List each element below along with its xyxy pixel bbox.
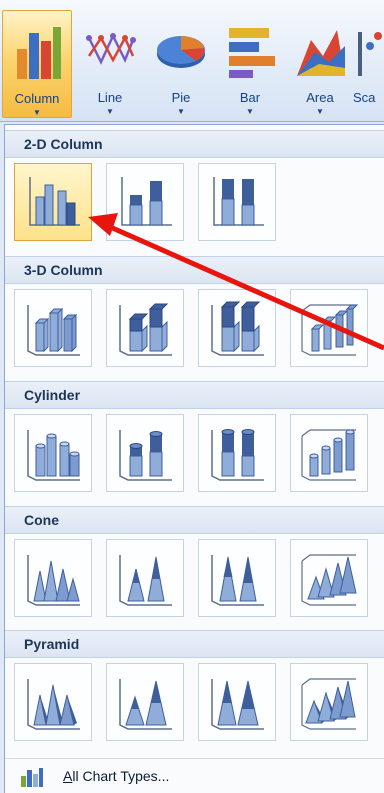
stacked-pyramid-icon — [119, 679, 172, 730]
3d-100-stacked-column-icon — [211, 301, 264, 356]
column-chart-gallery: 2-D Column 3-D Column Cylinder Cone Pyra… — [4, 124, 384, 793]
column-chart-icon — [17, 27, 61, 79]
pie-chart-button[interactable]: Pie ▼ — [146, 10, 216, 118]
section-header-pyramid: Pyramid — [5, 630, 384, 658]
stacked-column-option[interactable] — [106, 163, 184, 241]
area-label: Area — [306, 90, 334, 105]
3d-column-option[interactable] — [290, 289, 368, 367]
pie-label: Pie — [171, 90, 191, 105]
chevron-down-icon: ▼ — [33, 108, 41, 117]
clustered-cone-icon — [27, 555, 80, 606]
chevron-down-icon: ▼ — [177, 107, 185, 116]
section-header-cylinder: Cylinder — [5, 381, 384, 409]
clustered-pyramid-option[interactable] — [14, 663, 92, 741]
100-stacked-cone-icon — [211, 555, 264, 606]
3d-clustered-column-icon — [27, 305, 80, 356]
column-label: Column — [14, 91, 60, 106]
clustered-pyramid-icon — [27, 679, 80, 730]
clustered-cylinder-option[interactable] — [14, 414, 92, 492]
line-label: Line — [97, 90, 123, 105]
stacked-cone-option[interactable] — [106, 539, 184, 617]
stacked-cone-icon — [119, 555, 172, 606]
line-chart-button[interactable]: Line ▼ — [75, 10, 145, 118]
100-stacked-column-icon — [213, 177, 264, 226]
3d-pyramid-icon — [301, 678, 356, 730]
clustered-cone-option[interactable] — [14, 539, 92, 617]
clustered-column-icon — [29, 177, 80, 226]
100-stacked-pyramid-icon — [211, 679, 264, 730]
all-chart-types-link[interactable]: All Chart Types... — [5, 758, 384, 793]
area-chart-icon — [297, 30, 345, 76]
chevron-down-icon: ▼ — [316, 107, 324, 116]
pie-chart-icon — [157, 36, 205, 68]
clustered-column-option[interactable] — [14, 163, 92, 241]
scatter-chart-icon — [358, 32, 382, 76]
bar-chart-button[interactable]: Bar ▼ — [215, 10, 285, 118]
stacked-pyramid-option[interactable] — [106, 663, 184, 741]
3d-column-icon — [301, 304, 359, 356]
area-chart-button[interactable]: Area ▼ — [285, 10, 355, 118]
all-chart-types-label: All Chart Types... — [63, 768, 170, 784]
section-header-3d-column: 3-D Column — [5, 256, 384, 284]
3d-stacked-column-icon — [119, 303, 172, 356]
section-header-cone: Cone — [5, 506, 384, 534]
3d-cone-option[interactable] — [290, 539, 368, 617]
3d-cylinder-icon — [301, 429, 356, 481]
100-stacked-cylinder-option[interactable] — [198, 414, 276, 492]
stacked-cylinder-icon — [119, 430, 172, 481]
clustered-cylinder-icon — [27, 430, 80, 481]
100-stacked-cylinder-icon — [211, 429, 264, 481]
stacked-cylinder-option[interactable] — [106, 414, 184, 492]
column-chart-button[interactable]: Column ▼ — [2, 10, 72, 118]
bar-label: Bar — [239, 90, 261, 105]
100-stacked-cone-option[interactable] — [198, 539, 276, 617]
chart-ribbon-group: Column ▼ Line ▼ Pie ▼ Bar ▼ Area ▼ Sca — [0, 0, 384, 122]
chevron-down-icon: ▼ — [106, 107, 114, 116]
section-header-2d-column: 2-D Column — [5, 130, 384, 158]
stacked-column-icon — [121, 177, 172, 226]
3d-100-stacked-column-option[interactable] — [198, 289, 276, 367]
line-chart-icon — [86, 33, 136, 65]
100-stacked-column-option[interactable] — [198, 163, 276, 241]
100-stacked-pyramid-option[interactable] — [198, 663, 276, 741]
chevron-down-icon: ▼ — [246, 107, 254, 116]
3d-stacked-column-option[interactable] — [106, 289, 184, 367]
all-chart-types-icon — [21, 768, 43, 787]
3d-pyramid-option[interactable] — [290, 663, 368, 741]
scatter-chart-button[interactable]: Sca — [350, 10, 384, 118]
3d-cylinder-option[interactable] — [290, 414, 368, 492]
3d-clustered-column-option[interactable] — [14, 289, 92, 367]
scatter-label: Sca — [353, 90, 376, 105]
bar-chart-icon — [229, 28, 275, 78]
3d-cone-icon — [301, 554, 357, 606]
